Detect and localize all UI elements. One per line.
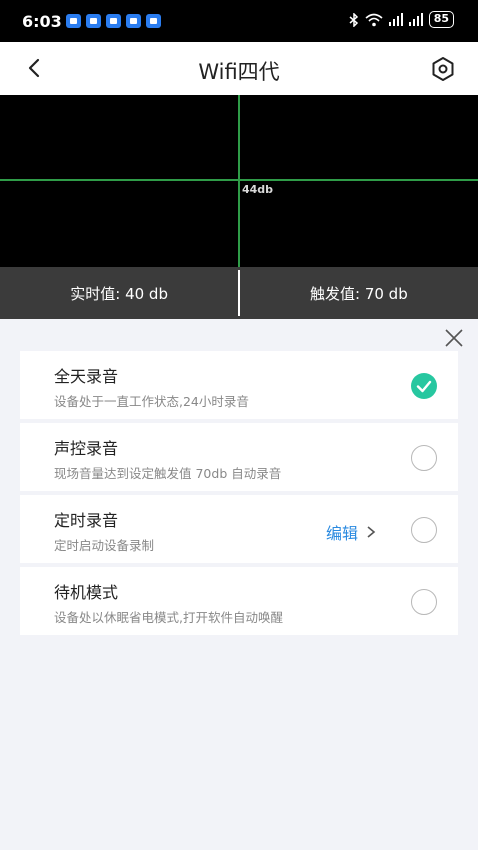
option-voice-recording[interactable]: 声控录音 现场音量达到设定触发值 70db 自动录音 [20, 423, 458, 491]
bluetooth-icon [349, 12, 358, 27]
monitor-vertical-line [238, 95, 240, 267]
app-notification-icon [146, 14, 161, 28]
option-standby-mode[interactable]: 待机模式 设备处以休眠省电模式,打开软件自动唤醒 [20, 567, 458, 635]
trigger-value: 触发值: 70 db [310, 284, 408, 303]
values-bar: 实时值: 40 db 触发值: 70 db [0, 267, 478, 319]
settings-icon[interactable] [430, 56, 456, 82]
battery-indicator: 85 [428, 11, 454, 28]
edit-label: 编辑 [325, 524, 358, 543]
option-title: 全天录音 [54, 367, 119, 386]
status-time: 6:03 [22, 12, 62, 31]
option-description: 设备处于一直工作状态,24小时录音 [54, 394, 249, 409]
app-header: Wifi四代 [0, 42, 478, 95]
app-notification-icon [86, 14, 101, 28]
realtime-value: 实时值: 40 db [70, 284, 168, 303]
option-description: 现场音量达到设定触发值 70db 自动录音 [54, 466, 282, 481]
chevron-right-icon [367, 526, 376, 538]
option-scheduled-recording[interactable]: 定时录音 定时启动设备录制 编辑 [20, 495, 458, 563]
option-title: 声控录音 [54, 439, 119, 458]
signal-icon [388, 13, 403, 26]
option-description: 设备处以休眠省电模式,打开软件自动唤醒 [54, 610, 283, 625]
option-all-day-recording[interactable]: 全天录音 设备处于一直工作状态,24小时录音 [20, 351, 458, 419]
page-title: Wifi四代 [198, 60, 280, 84]
status-bar: 6:03 85 [0, 0, 478, 42]
signal-icon [408, 13, 423, 26]
close-icon[interactable] [444, 328, 464, 348]
radio-checked-icon[interactable] [411, 373, 437, 399]
radio-unchecked-icon[interactable] [411, 445, 437, 471]
notification-icons [66, 14, 161, 28]
monitor-level-label: 44db [242, 183, 274, 196]
option-description: 定时启动设备录制 [54, 538, 155, 553]
status-right: 85 [349, 11, 454, 28]
app-notification-icon [106, 14, 121, 28]
app-notification-icon [66, 14, 81, 28]
app-notification-icon [126, 14, 141, 28]
wifi-icon [365, 13, 383, 26]
option-title: 待机模式 [54, 583, 119, 602]
option-title: 定时录音 [54, 511, 119, 530]
edit-link[interactable]: 编辑 [326, 520, 376, 544]
radio-unchecked-icon[interactable] [411, 517, 437, 543]
radio-unchecked-icon[interactable] [411, 589, 437, 615]
sound-monitor: 44db [0, 95, 478, 267]
monitor-level-line [0, 179, 478, 181]
